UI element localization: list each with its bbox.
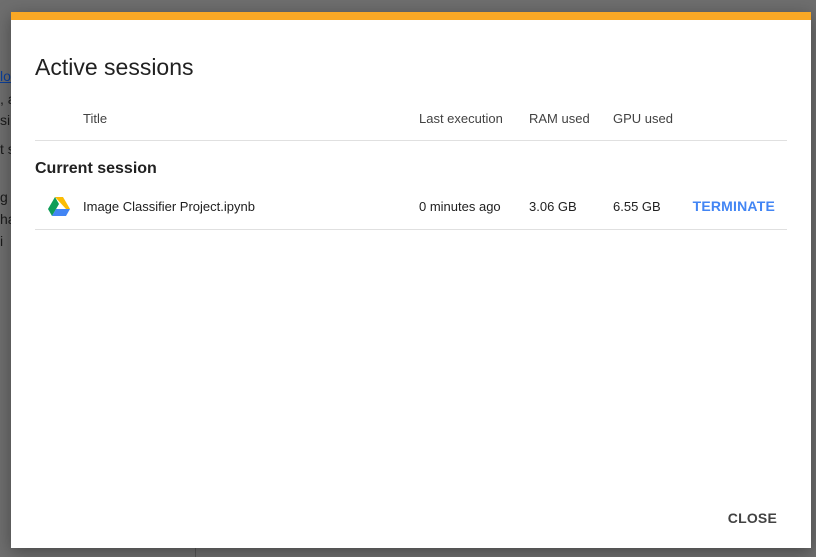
- section-heading-current-session: Current session: [35, 141, 787, 185]
- session-last-execution: 0 minutes ago: [419, 199, 501, 214]
- background-divider: [195, 548, 196, 557]
- background-text-fragment: si: [0, 112, 11, 128]
- session-ram-used: 3.06 GB: [529, 199, 577, 214]
- session-gpu-used: 6.55 GB: [613, 199, 661, 214]
- table-header: Title Last execution RAM used GPU used: [35, 100, 787, 141]
- close-button[interactable]: CLOSE: [720, 504, 785, 532]
- column-header-last-execution: Last execution: [419, 111, 503, 126]
- background-text-fragment: i: [0, 233, 4, 249]
- background-link-fragment: lo: [0, 68, 11, 84]
- column-header-gpu-used: GPU used: [613, 111, 673, 126]
- google-drive-icon: [48, 197, 70, 216]
- table-row: Image Classifier Project.ipynb 0 minutes…: [35, 185, 787, 230]
- session-title: Image Classifier Project.ipynb: [83, 199, 255, 214]
- active-sessions-dialog: Active sessions Title Last execution RAM…: [11, 12, 811, 548]
- column-header-title: Title: [83, 111, 108, 126]
- section-heading-label: Current session: [35, 160, 157, 177]
- background-text-fragment: g: [0, 189, 8, 205]
- column-header-ram-used: RAM used: [529, 111, 590, 126]
- sessions-table: Title Last execution RAM used GPU used C…: [35, 100, 787, 230]
- dialog-title: Active sessions: [35, 54, 194, 80]
- terminate-button[interactable]: TERMINATE: [689, 194, 779, 218]
